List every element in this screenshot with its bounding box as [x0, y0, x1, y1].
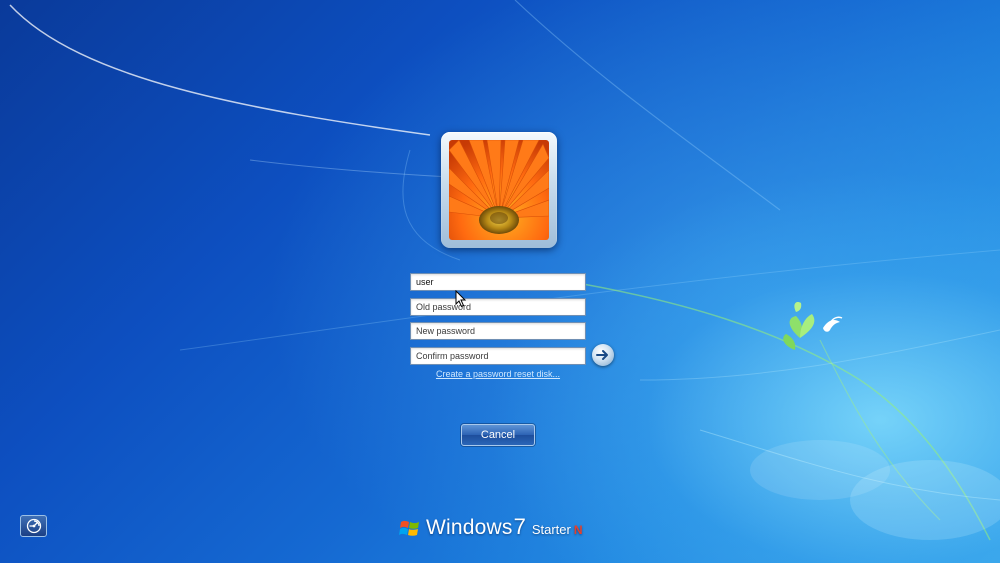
new-password-field[interactable] — [410, 322, 586, 340]
arrow-right-icon — [596, 350, 608, 360]
user-avatar — [449, 140, 549, 240]
flower-picture — [449, 140, 549, 240]
username-field[interactable] — [410, 273, 586, 291]
brand-edition: Starter — [531, 522, 571, 537]
user-avatar-frame — [441, 132, 557, 248]
brand-version: 7 — [513, 514, 526, 539]
bird-decoration — [823, 316, 843, 332]
ease-of-access-button[interactable] — [20, 515, 47, 537]
submit-button[interactable] — [592, 344, 614, 366]
windows-branding: Windows 7 Starter N — [399, 514, 583, 544]
cancel-button[interactable]: Cancel — [461, 424, 535, 446]
leaf-sprout-decoration — [783, 302, 815, 350]
password-reset-disk-link[interactable]: Create a password reset disk... — [410, 369, 586, 379]
ease-of-access-icon — [26, 518, 41, 534]
brand-product: Windows — [426, 516, 513, 539]
mouse-cursor-icon — [455, 290, 467, 308]
confirm-password-field[interactable] — [410, 347, 586, 365]
brand-edition-suffix: N — [573, 523, 583, 537]
windows-logo-icon — [399, 520, 419, 536]
old-password-field[interactable] — [410, 298, 586, 316]
